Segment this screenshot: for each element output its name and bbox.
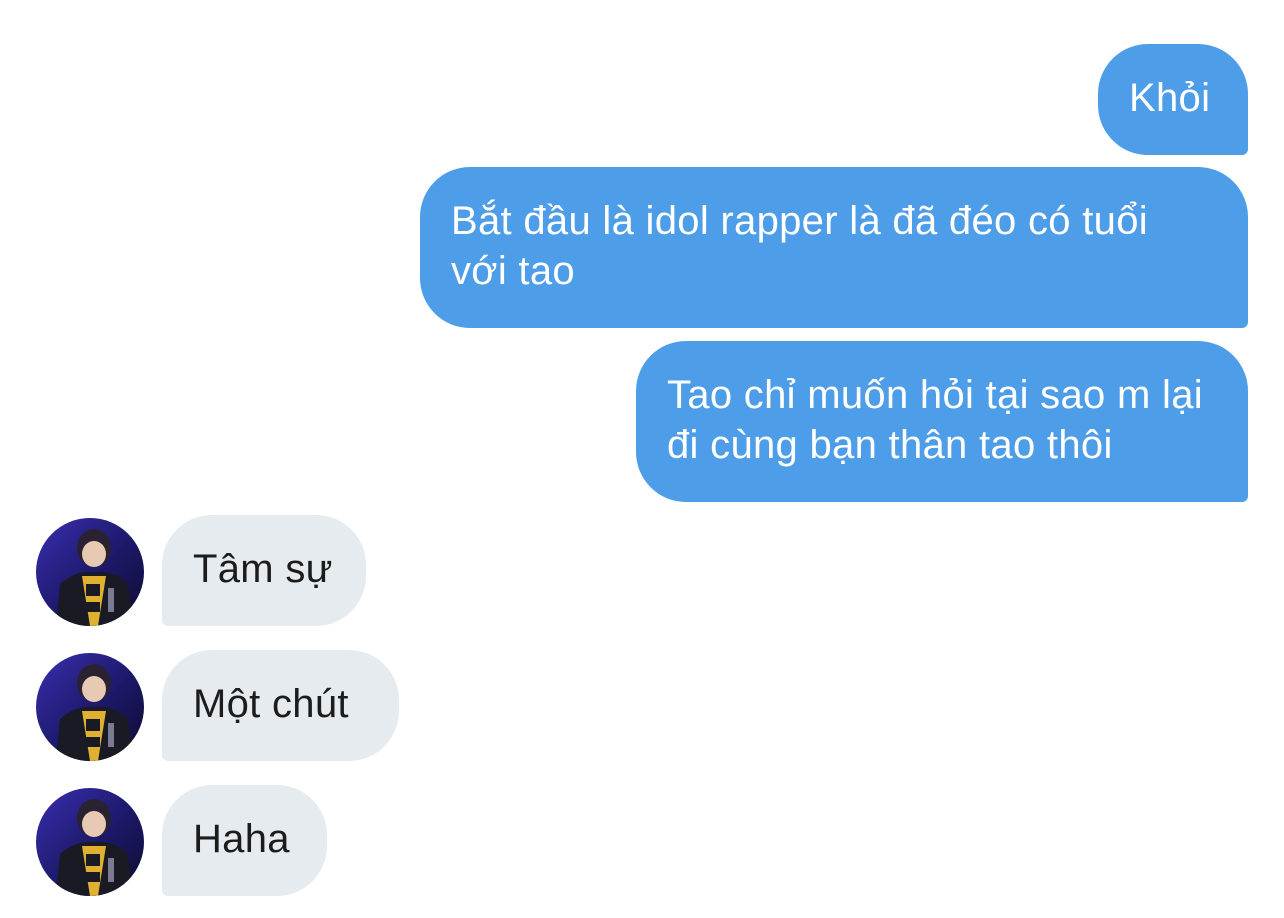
received-message[interactable]: Haha — [162, 785, 327, 896]
contact-avatar[interactable] — [36, 653, 144, 761]
avatar-photo-icon — [36, 518, 144, 626]
sent-message[interactable]: Bắt đầu là idol rapper là đã đéo có tuổi… — [420, 167, 1248, 328]
chat-thread: Khỏi Bắt đầu là idol rapper là đã đéo có… — [0, 0, 1284, 918]
avatar-photo-icon — [36, 788, 144, 896]
message-text: Khỏi — [1129, 76, 1211, 120]
received-message[interactable]: Tâm sự — [162, 515, 366, 626]
contact-avatar[interactable] — [36, 788, 144, 896]
sent-message[interactable]: Khỏi — [1098, 44, 1248, 155]
message-text: Tao chỉ muốn hỏi tại sao m lại đi cùng b… — [667, 373, 1203, 467]
avatar-photo-icon — [36, 653, 144, 761]
sent-message[interactable]: Tao chỉ muốn hỏi tại sao m lại đi cùng b… — [636, 341, 1248, 502]
contact-avatar[interactable] — [36, 518, 144, 626]
message-text: Bắt đầu là idol rapper là đã đéo có tuổi… — [451, 199, 1148, 293]
message-text: Haha — [193, 817, 290, 861]
message-text: Tâm sự — [193, 547, 333, 591]
message-text: Một chút — [193, 682, 349, 726]
received-message[interactable]: Một chút — [162, 650, 399, 761]
